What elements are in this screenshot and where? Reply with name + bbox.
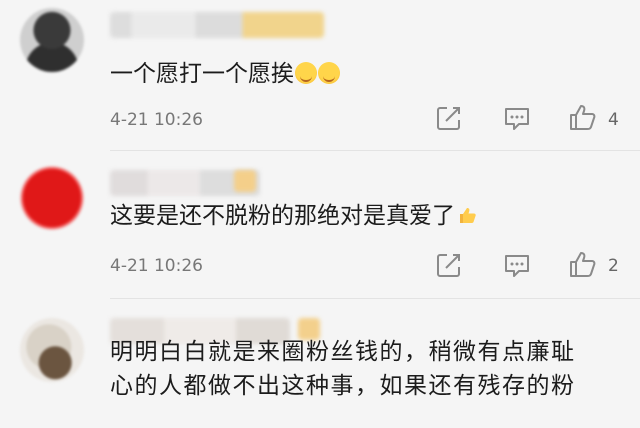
blushing-face-emoji-icon bbox=[318, 62, 340, 84]
share-button[interactable] bbox=[434, 103, 464, 133]
comment-text-line-2: 心的人都做不出这种事，如果还有残存的粉 bbox=[110, 373, 576, 399]
like-count: 2 bbox=[608, 256, 619, 276]
comment-icon bbox=[505, 108, 529, 130]
avatar[interactable] bbox=[20, 8, 84, 72]
comment-button[interactable] bbox=[502, 250, 532, 280]
comment-text: 这要是还不脱粉的那绝对是真爱了 bbox=[110, 200, 478, 232]
share-icon bbox=[437, 254, 460, 277]
avatar[interactable] bbox=[20, 318, 84, 382]
user-badge-icon bbox=[234, 170, 256, 192]
avatar[interactable] bbox=[20, 166, 84, 230]
comment-time: 4-21 10:26 bbox=[110, 256, 203, 276]
share-button[interactable] bbox=[434, 250, 464, 280]
comment-time: 4-21 10:26 bbox=[110, 110, 203, 130]
thumbs-up-icon bbox=[570, 252, 596, 277]
like-button[interactable] bbox=[568, 249, 598, 279]
like-button[interactable] bbox=[568, 102, 598, 132]
comment-button[interactable] bbox=[502, 103, 532, 133]
username-blurred[interactable] bbox=[110, 12, 324, 38]
comment-icon bbox=[505, 255, 529, 277]
thumbs-up-icon bbox=[570, 105, 596, 130]
comment-text: 一个愿打一个愿挨 bbox=[110, 58, 340, 90]
divider bbox=[110, 298, 640, 299]
share-icon bbox=[437, 107, 460, 130]
like-count: 4 bbox=[608, 110, 619, 130]
comment-text-line-1: 明明白白就是来圈粉丝钱的，稍微有点廉耻 bbox=[110, 339, 576, 365]
divider bbox=[110, 150, 640, 151]
blushing-face-emoji-icon bbox=[295, 62, 317, 84]
thumbs-up-emoji-icon bbox=[458, 202, 478, 223]
